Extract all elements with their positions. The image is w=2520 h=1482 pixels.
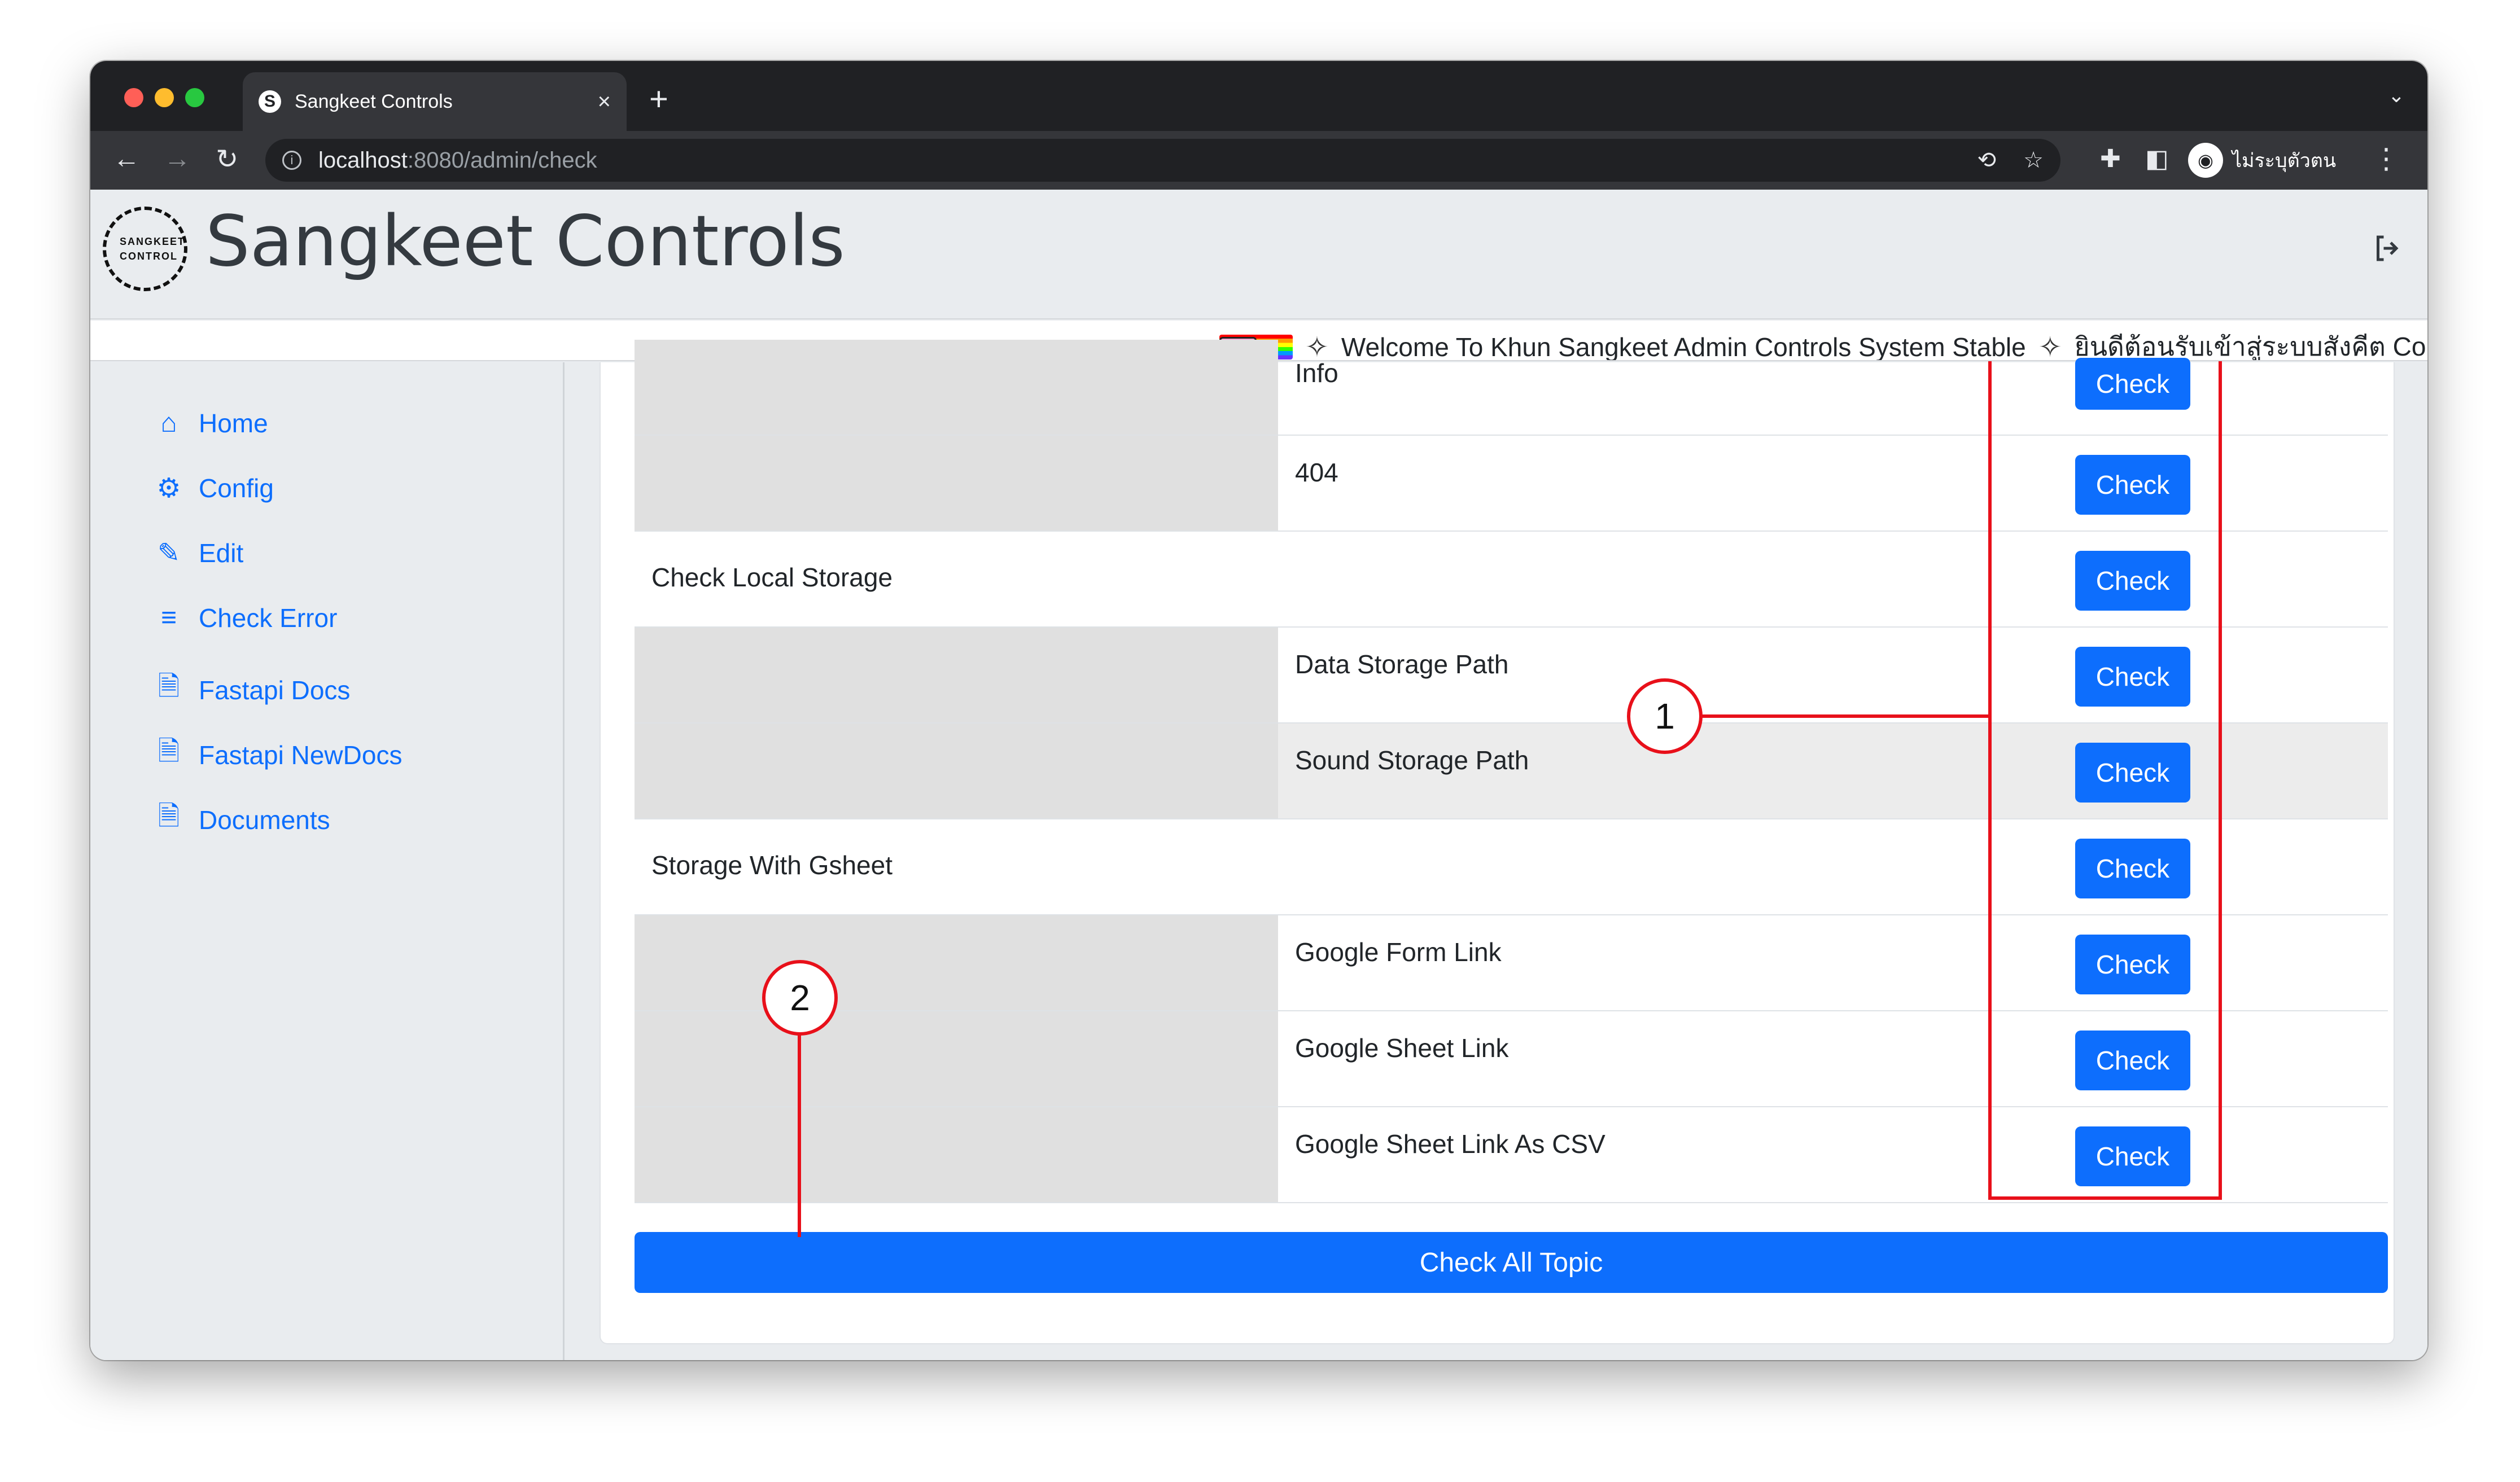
sidebar-item-edit[interactable]: ✎ Edit — [152, 537, 243, 569]
tab-strip: S Sangkeet Controls × + ⌄ — [90, 61, 2427, 131]
minimize-window-button[interactable] — [155, 88, 174, 107]
row-label: Google Form Link — [1295, 937, 1502, 967]
logo-text: SANGKEET CONTROL — [120, 236, 186, 262]
extensions-icon[interactable]: ✚ — [2100, 144, 2121, 173]
document-icon: 🗎 — [158, 801, 180, 831]
maximize-window-button[interactable] — [185, 88, 204, 107]
sidebar-item-check-error[interactable]: ≡ Check Error — [152, 602, 337, 633]
logout-icon[interactable] — [2371, 231, 2405, 273]
blank-cell — [635, 1107, 1278, 1202]
tab-favicon-icon: S — [259, 90, 281, 113]
sidebar-item-label: Check Error — [199, 603, 338, 633]
brand-logo: SANGKEET CONTROL — [103, 207, 187, 291]
blank-cell — [635, 436, 1278, 530]
sidebar-item-documents[interactable]: 🗎 Documents — [152, 797, 330, 843]
sidebar-item-home[interactable]: ⌂ Home — [152, 407, 268, 439]
home-icon: ⌂ — [160, 408, 177, 438]
pencil-icon: ✎ — [157, 538, 181, 568]
url-host: localhost — [318, 147, 408, 173]
site-info-icon[interactable]: i — [282, 151, 301, 170]
row-label: Google Sheet Link As CSV — [1295, 1129, 1605, 1159]
incognito-avatar-icon: ◉ — [2188, 143, 2223, 178]
translate-icon[interactable]: ⟲ — [1978, 147, 1997, 173]
reload-button[interactable]: ↻ — [216, 143, 238, 175]
row-label: 404 — [1295, 458, 1338, 487]
sidebar-item-config[interactable]: ⚙ Config — [152, 472, 274, 504]
profile-name: ไม่ระบุตัวตน — [2232, 150, 2337, 172]
browser-tab[interactable]: S Sangkeet Controls × — [243, 72, 627, 131]
address-bar[interactable]: i localhost:8080/admin/check ⟲ ☆ — [265, 139, 2060, 182]
document-icon: 🗎 — [158, 736, 180, 766]
sidebar-item-label: Home — [199, 408, 268, 438]
forward-button[interactable]: → — [164, 143, 191, 174]
row-label: Info — [1295, 358, 1338, 388]
app-header: SANGKEET CONTROL Sangkeet Controls — [90, 190, 2427, 319]
annotation-leader-1 — [1699, 714, 1990, 718]
sidebar: ⌂ Home ⚙ Config ✎ Edit ≡ Check Error 🗎 F… — [90, 362, 565, 1360]
profile-button[interactable]: ◉ ไม่ระบุตัวตน — [2188, 139, 2336, 182]
url-path: :8080/admin/check — [407, 147, 597, 173]
sidebar-item-label: Fastapi NewDocs — [199, 740, 403, 770]
blank-cell — [635, 1011, 1278, 1106]
annotation-marker-1: 1 — [1627, 678, 1703, 754]
back-button[interactable]: ← — [113, 143, 140, 174]
annotation-bracket-1 — [1988, 361, 2222, 1200]
tab-close-icon[interactable]: × — [598, 89, 611, 115]
sidebar-item-label: Edit — [199, 538, 244, 568]
close-window-button[interactable] — [124, 88, 143, 107]
side-panel-icon[interactable]: ◧ — [2145, 144, 2169, 173]
check-all-topic-button[interactable]: Check All Topic — [635, 1232, 2388, 1293]
document-icon: 🗎 — [158, 672, 180, 701]
browser-menu-icon[interactable]: ⋮ — [2372, 142, 2400, 175]
browser-toolbar: ← → ↻ i localhost:8080/admin/check ⟲ ☆ ✚… — [90, 131, 2427, 190]
topic-label: Storage With Gsheet — [651, 850, 893, 880]
blank-cell — [635, 724, 1278, 818]
row-label: Sound Storage Path — [1295, 746, 1529, 775]
topic-label: Check Local Storage — [651, 563, 893, 592]
sidebar-item-label: Fastapi Docs — [199, 675, 351, 705]
list-check-icon: ≡ — [160, 603, 177, 633]
sidebar-item-fastapi-newdocs[interactable]: 🗎 Fastapi NewDocs — [152, 732, 403, 778]
tab-search-icon[interactable]: ⌄ — [2388, 84, 2405, 107]
blank-cell — [635, 628, 1278, 722]
blank-cell — [635, 340, 1278, 435]
blank-cell — [635, 915, 1278, 1010]
sidebar-item-label: Documents — [199, 805, 330, 835]
annotation-leader-2 — [798, 1033, 801, 1237]
new-tab-button[interactable]: + — [649, 80, 668, 118]
gear-icon: ⚙ — [156, 473, 181, 503]
sidebar-item-fastapi-docs[interactable]: 🗎 Fastapi Docs — [152, 667, 351, 713]
annotation-marker-2: 2 — [762, 960, 838, 1036]
row-label: Google Sheet Link — [1295, 1033, 1509, 1063]
tab-title: Sangkeet Controls — [295, 90, 453, 112]
row-label: Data Storage Path — [1295, 650, 1509, 679]
page-title: Sangkeet Controls — [205, 201, 845, 282]
bookmark-star-icon[interactable]: ☆ — [2023, 147, 2044, 173]
sidebar-item-label: Config — [199, 473, 274, 503]
